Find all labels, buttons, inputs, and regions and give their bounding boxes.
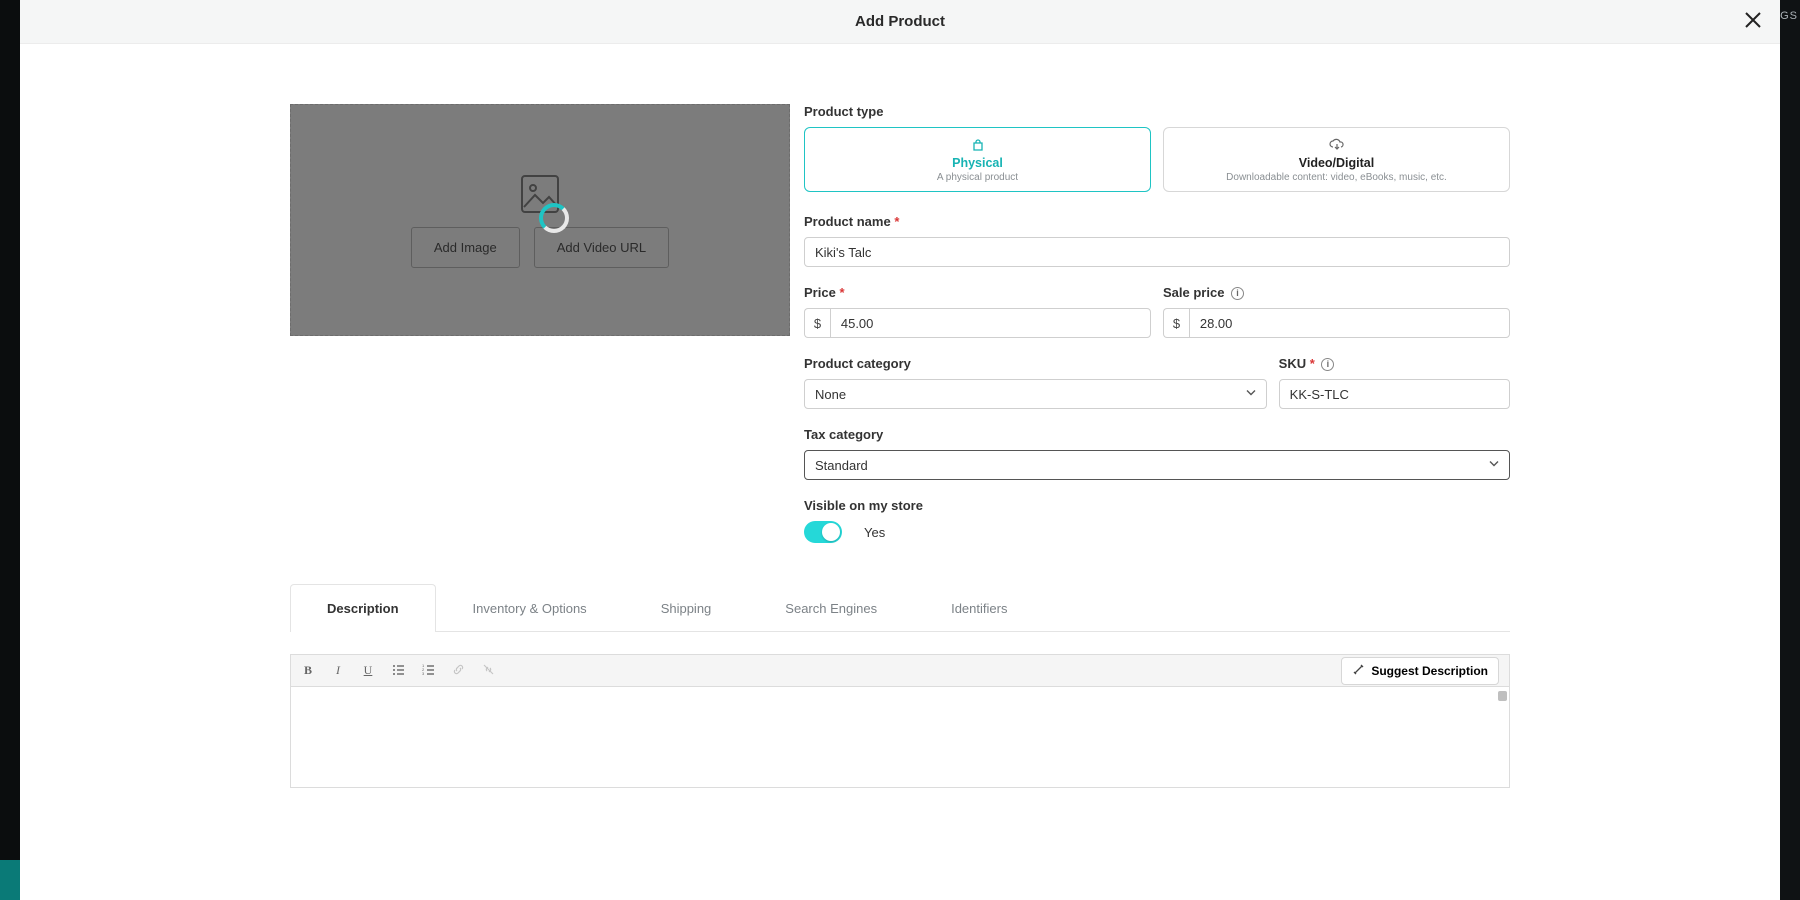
product-type-label: Product type [804, 104, 1510, 119]
suggest-label: Suggest Description [1371, 664, 1488, 678]
background-accent-corner [0, 860, 20, 900]
tax-value[interactable] [804, 450, 1510, 480]
price-row: Price * $ Sale price i [804, 285, 1510, 338]
info-icon[interactable]: i [1321, 358, 1334, 371]
add-video-url-button[interactable]: Add Video URL [534, 227, 669, 268]
image-placeholder-icon [519, 173, 561, 215]
background-right-text: GS [1780, 10, 1800, 22]
background-left-strip [0, 0, 20, 900]
sku-input[interactable] [1279, 379, 1510, 409]
product-name-input[interactable] [804, 237, 1510, 267]
description-editor: B I U 123 [290, 654, 1510, 788]
magic-wand-icon [1352, 663, 1365, 679]
italic-icon[interactable]: I [331, 663, 345, 678]
tab-search-engines[interactable]: Search Engines [748, 584, 914, 632]
product-type-cards: Physical A physical product Video/Digita… [804, 127, 1510, 192]
product-type-digital[interactable]: Video/Digital Downloadable content: vide… [1163, 127, 1510, 192]
add-image-button[interactable]: Add Image [411, 227, 520, 268]
digital-sub: Downloadable content: video, eBooks, mus… [1172, 172, 1501, 183]
product-type-physical[interactable]: Physical A physical product [804, 127, 1151, 192]
category-value[interactable] [804, 379, 1267, 409]
visible-text: Yes [864, 525, 885, 540]
tab-inventory-options[interactable]: Inventory & Options [436, 584, 624, 632]
tax-field: Tax category [804, 427, 1510, 480]
link-icon[interactable] [451, 663, 465, 679]
form-column: Product type Physical A physical product [804, 104, 1510, 543]
tax-select[interactable] [804, 450, 1510, 480]
required-asterisk: * [894, 214, 899, 229]
underline-icon[interactable]: U [361, 663, 375, 678]
add-product-modal: Add Product Add Image [20, 0, 1780, 900]
loading-spinner-icon [539, 203, 569, 233]
currency-symbol: $ [804, 308, 830, 338]
bag-icon [813, 138, 1142, 152]
tax-label: Tax category [804, 427, 1510, 442]
price-field: Price * $ [804, 285, 1151, 338]
media-upload-panel[interactable]: Add Image Add Video URL [290, 104, 790, 336]
scrollbar-thumb[interactable] [1498, 691, 1507, 701]
bold-icon[interactable]: B [301, 663, 315, 678]
sale-price-input[interactable] [1189, 308, 1510, 338]
price-input[interactable] [830, 308, 1151, 338]
physical-title: Physical [813, 156, 1142, 170]
price-label: Price * [804, 285, 1151, 300]
modal-body: Add Image Add Video URL Product type Phy… [20, 44, 1780, 900]
visible-toggle[interactable] [804, 521, 842, 543]
tab-description[interactable]: Description [290, 584, 436, 632]
sale-price-field: Sale price i $ [1163, 285, 1510, 338]
sale-price-label: Sale price i [1163, 285, 1510, 300]
currency-symbol-sale: $ [1163, 308, 1189, 338]
editor-textarea[interactable] [291, 687, 1509, 787]
numbered-list-icon[interactable]: 123 [421, 663, 435, 679]
modal-header: Add Product [20, 0, 1780, 44]
physical-sub: A physical product [813, 172, 1142, 183]
toggle-knob [822, 523, 840, 541]
info-icon[interactable]: i [1231, 287, 1244, 300]
product-name-label: Product name * [804, 214, 1510, 229]
digital-title: Video/Digital [1172, 156, 1501, 170]
close-icon[interactable] [1744, 11, 1762, 33]
category-sku-row: Product category SKU * i [804, 356, 1510, 409]
media-buttons: Add Image Add Video URL [411, 227, 669, 268]
sku-label: SKU * i [1279, 356, 1510, 371]
unlink-icon[interactable] [481, 663, 495, 679]
suggest-description-button[interactable]: Suggest Description [1341, 657, 1499, 685]
cloud-download-icon [1172, 138, 1501, 152]
editor-toolbar: B I U 123 [291, 655, 1509, 687]
modal-title: Add Product [855, 13, 945, 30]
visible-toggle-row: Yes [804, 521, 1510, 543]
category-select[interactable] [804, 379, 1267, 409]
visible-label: Visible on my store [804, 498, 1510, 513]
product-tabs: Description Inventory & Options Shipping… [290, 583, 1510, 632]
category-field: Product category [804, 356, 1267, 409]
sku-field: SKU * i [1279, 356, 1510, 409]
tab-identifiers[interactable]: Identifiers [914, 584, 1044, 632]
category-label: Product category [804, 356, 1267, 371]
tab-shipping[interactable]: Shipping [624, 584, 749, 632]
content-wrapper: Add Image Add Video URL Product type Phy… [290, 104, 1510, 788]
bullet-list-icon[interactable] [391, 663, 405, 679]
svg-text:3: 3 [422, 671, 425, 676]
upper-row: Add Image Add Video URL Product type Phy… [290, 104, 1510, 543]
